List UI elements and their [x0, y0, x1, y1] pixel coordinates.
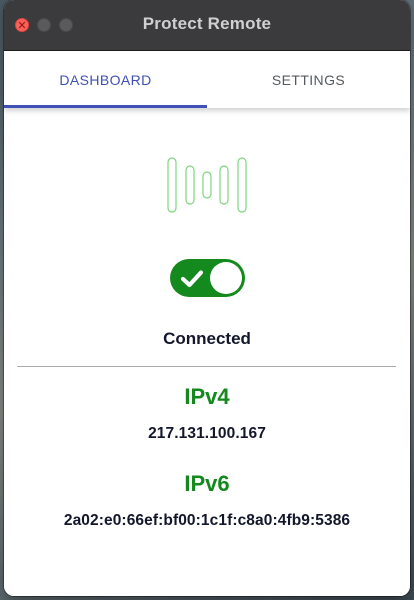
- connection-status: Connected: [163, 329, 251, 348]
- tab-dashboard[interactable]: DASHBOARD: [4, 51, 207, 108]
- dashboard-panel: Connected IPv4 217.131.100.167 IPv6 2a02…: [4, 108, 410, 596]
- tab-bar: DASHBOARD SETTINGS: [4, 51, 410, 108]
- tab-settings[interactable]: SETTINGS: [207, 51, 410, 108]
- connection-toggle[interactable]: [170, 259, 245, 297]
- ipv4-address: 217.131.100.167: [148, 425, 266, 442]
- ipv6-label: IPv6: [184, 471, 230, 496]
- check-icon: [180, 270, 204, 288]
- window-title: Protect Remote: [142, 14, 272, 33]
- ipv6-address: 2a02:e0:66ef:bf00:1c1f:c8a0:4fb9:5386: [63, 512, 351, 529]
- title-bar[interactable]: Protect Remote: [4, 0, 410, 51]
- signal-bars-icon: [167, 157, 247, 213]
- ipv4-label: IPv4: [184, 384, 230, 409]
- app-window: Protect Remote DASHBOARD SETTINGS Connec…: [4, 0, 410, 596]
- toggle-knob: [210, 262, 242, 294]
- divider: [17, 366, 396, 367]
